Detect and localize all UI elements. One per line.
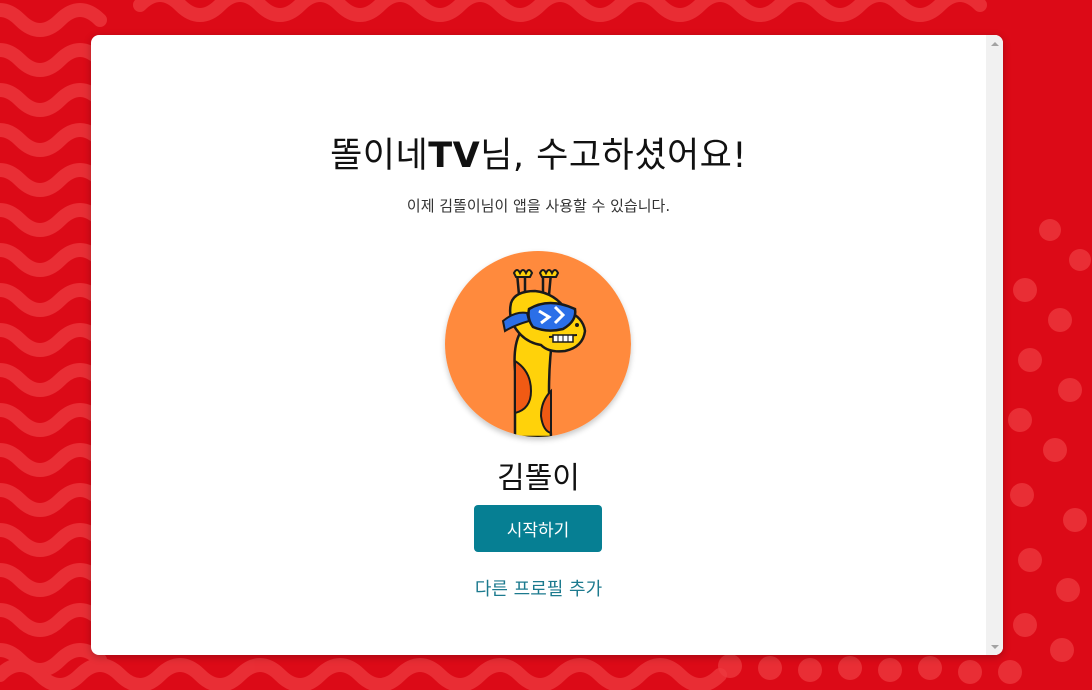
title-suffix: 님, 수고하셨어요! (480, 136, 747, 176)
vertical-scrollbar[interactable] (986, 35, 1003, 655)
add-profile-link[interactable]: 다른 프로필 추가 (91, 575, 986, 601)
profile-avatar (445, 251, 631, 437)
scroll-up-icon[interactable] (986, 35, 1003, 52)
title-brand: TV (428, 136, 481, 176)
profile-complete-card: 똘이네TV님, 수고하셨어요! 이제 김똘이님이 앱을 사용할 수 있습니다. (91, 35, 1003, 655)
start-button[interactable]: 시작하기 (474, 505, 602, 552)
page-subtitle: 이제 김똘이님이 앱을 사용할 수 있습니다. (406, 197, 671, 215)
title-prefix: 똘이네 (330, 136, 429, 176)
page-title: 똘이네TV님, 수고하셨어요! (91, 127, 986, 178)
card-content: 똘이네TV님, 수고하셨어요! 이제 김똘이님이 앱을 사용할 수 있습니다. (91, 35, 986, 655)
profile-name: 김똘이 (497, 461, 580, 496)
giraffe-sunglasses-icon (445, 251, 631, 437)
scroll-down-icon[interactable] (986, 638, 1003, 655)
